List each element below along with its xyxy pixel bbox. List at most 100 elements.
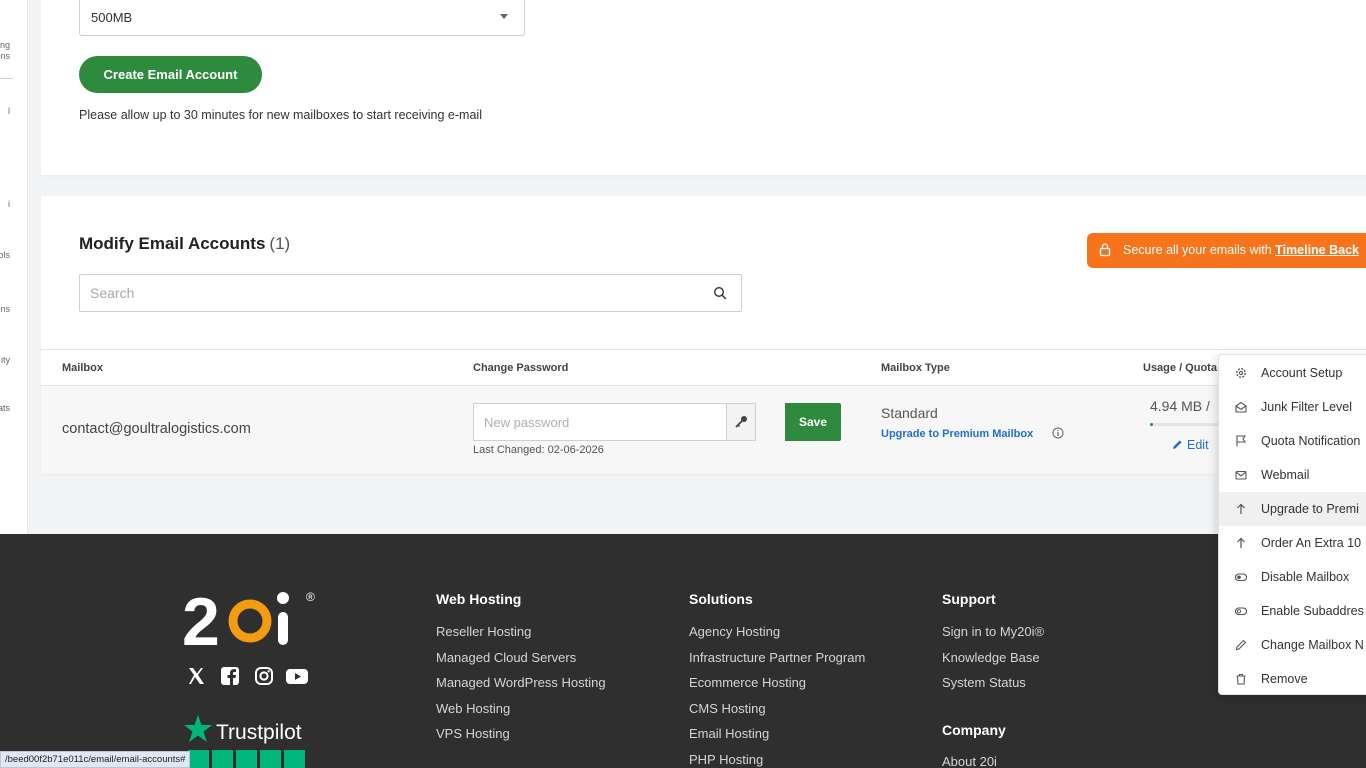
mailbox-address: contact@goultralogistics.com <box>62 421 251 437</box>
section-title-text: Modify Email Accounts <box>79 234 266 253</box>
svg-text:®: ® <box>306 590 315 604</box>
save-password-button[interactable]: Save <box>785 403 841 441</box>
menu-item-label: Junk Filter Level <box>1261 400 1353 414</box>
usage-progress-bar <box>1150 423 1220 426</box>
modify-email-card: Modify Email Accounts(1) Secure all your… <box>41 196 1366 474</box>
footer-link[interactable]: Managed Cloud Servers <box>436 650 576 665</box>
table-row: contact@goultralogistics.com Save Last C… <box>41 386 1366 474</box>
youtube-icon[interactable] <box>286 666 308 691</box>
footer-link[interactable]: VPS Hosting <box>436 726 510 741</box>
account-count: (1) <box>269 234 291 253</box>
instagram-icon[interactable] <box>254 666 274 691</box>
footer-heading-solutions: Solutions <box>689 591 753 607</box>
footer-link[interactable]: Agency Hosting <box>689 624 780 639</box>
menu-item-disable-mailbox[interactable]: Disable Mailbox <box>1219 560 1366 594</box>
column-header-usage-quota: Usage / Quota <box>1143 362 1217 374</box>
rating-star-icon <box>260 750 281 768</box>
new-password-input[interactable] <box>474 404 724 440</box>
info-icon[interactable] <box>1052 427 1064 439</box>
footer-link[interactable]: About 20i <box>942 754 997 768</box>
quota-select[interactable]: 500MB <box>79 0 525 36</box>
x-twitter-icon[interactable] <box>186 666 206 691</box>
edit-label: Edit <box>1187 438 1209 452</box>
sidebar-item-label[interactable]: ng <box>0 40 10 50</box>
toggle-off-icon <box>1235 607 1247 616</box>
search-input[interactable] <box>80 275 700 311</box>
flag-icon <box>1236 435 1247 447</box>
timeline-backup-banner[interactable]: Secure all your emails with Timeline Bac… <box>1087 233 1366 268</box>
pencil-icon <box>1173 440 1182 449</box>
banner-text: Secure all your emails with <box>1123 243 1272 257</box>
menu-item-label: Webmail <box>1261 468 1310 482</box>
sidebar-item-label[interactable]: ons <box>0 304 10 314</box>
menu-item-order-extra[interactable]: Order An Extra 10 <box>1219 526 1366 560</box>
footer-link[interactable]: Knowledge Base <box>942 650 1040 665</box>
envelope-icon <box>1235 470 1247 480</box>
arrow-up-icon <box>1237 537 1245 548</box>
menu-item-webmail[interactable]: Webmail <box>1219 458 1366 492</box>
brand-logo[interactable]: 2 ® <box>182 583 322 660</box>
usage-progress-fill <box>1150 423 1153 426</box>
menu-item-change-mailbox-name[interactable]: Change Mailbox N <box>1219 628 1366 662</box>
edit-quota-button[interactable]: Edit <box>1172 438 1209 452</box>
gear-icon <box>1236 368 1246 378</box>
sidebar-item-label[interactable]: i <box>8 199 10 209</box>
mailbox-delay-note: Please allow up to 30 minutes for new ma… <box>79 108 482 122</box>
column-header-change-password: Change Password <box>473 362 569 374</box>
footer-link[interactable]: CMS Hosting <box>689 701 766 716</box>
menu-item-account-setup[interactable]: Account Setup <box>1219 356 1366 390</box>
footer-link[interactable]: Infrastructure Partner Program <box>689 650 865 665</box>
trash-icon <box>1236 673 1246 685</box>
sidebar: ng ons l i ols ons ity tats <box>0 0 28 534</box>
footer-link[interactable]: Reseller Hosting <box>436 624 531 639</box>
svg-text:2: 2 <box>182 584 220 653</box>
sidebar-item-label[interactable]: ons <box>0 51 10 61</box>
trustpilot-star-icon <box>184 715 212 742</box>
mailbox-type: Standard <box>881 405 938 421</box>
last-changed-date: Last Changed: 02-06-2026 <box>473 444 604 456</box>
menu-item-junk-filter[interactable]: Junk Filter Level <box>1219 390 1366 424</box>
menu-item-label: Order An Extra 10 <box>1261 536 1362 550</box>
menu-item-quota-notification[interactable]: Quota Notification <box>1219 424 1366 458</box>
menu-item-label: Quota Notification <box>1261 434 1361 448</box>
sidebar-item-label[interactable]: ity <box>1 355 10 365</box>
envelope-open-icon <box>1235 401 1247 413</box>
menu-item-upgrade-premium[interactable]: Upgrade to Premi <box>1219 492 1366 526</box>
menu-item-label: Upgrade to Premi <box>1261 502 1359 516</box>
column-header-mailbox-type: Mailbox Type <box>881 362 950 374</box>
search-icon[interactable] <box>713 286 727 300</box>
arrow-up-icon <box>1237 503 1245 514</box>
toggle-on-icon <box>1235 573 1247 582</box>
create-email-account-button[interactable]: Create Email Account <box>79 56 262 93</box>
quota-select-value: 500MB <box>91 10 133 25</box>
key-icon <box>735 416 747 428</box>
facebook-icon[interactable] <box>220 666 240 691</box>
footer-link[interactable]: Ecommerce Hosting <box>689 675 806 690</box>
column-header-mailbox: Mailbox <box>62 362 103 374</box>
menu-item-remove[interactable]: Remove <box>1219 662 1366 694</box>
trustpilot-label[interactable]: Trustpilot <box>216 721 302 745</box>
footer-link[interactable]: Email Hosting <box>689 726 769 741</box>
password-field-group <box>473 403 756 441</box>
sidebar-item-label[interactable]: tats <box>0 403 10 413</box>
section-title: Modify Email Accounts (1) <box>79 234 290 254</box>
lock-icon <box>1099 243 1111 257</box>
footer-heading-web-hosting: Web Hosting <box>436 591 522 607</box>
search-box <box>79 274 742 312</box>
timeline-backup-link[interactable]: Timeline Back <box>1275 243 1359 257</box>
upgrade-premium-link[interactable]: Upgrade to Premium Mailbox <box>881 428 1033 440</box>
footer-link[interactable]: Web Hosting <box>436 701 510 716</box>
menu-item-label: Change Mailbox N <box>1261 638 1364 652</box>
footer-link[interactable]: Managed WordPress Hosting <box>436 675 606 690</box>
rating-star-icon <box>212 750 233 768</box>
sidebar-item-label[interactable]: ols <box>0 250 10 260</box>
sidebar-divider <box>0 78 13 79</box>
footer-link[interactable]: PHP Hosting <box>689 752 763 767</box>
table-header: Mailbox Change Password Mailbox Type Usa… <box>41 349 1366 386</box>
menu-item-enable-subaddressing[interactable]: Enable Subaddres <box>1219 594 1366 628</box>
pencil-icon <box>1235 639 1247 651</box>
footer-link[interactable]: System Status <box>942 675 1026 690</box>
generate-password-button[interactable] <box>726 404 755 440</box>
footer-link[interactable]: Sign in to My20i® <box>942 624 1044 639</box>
sidebar-item-label[interactable]: l <box>8 106 10 116</box>
